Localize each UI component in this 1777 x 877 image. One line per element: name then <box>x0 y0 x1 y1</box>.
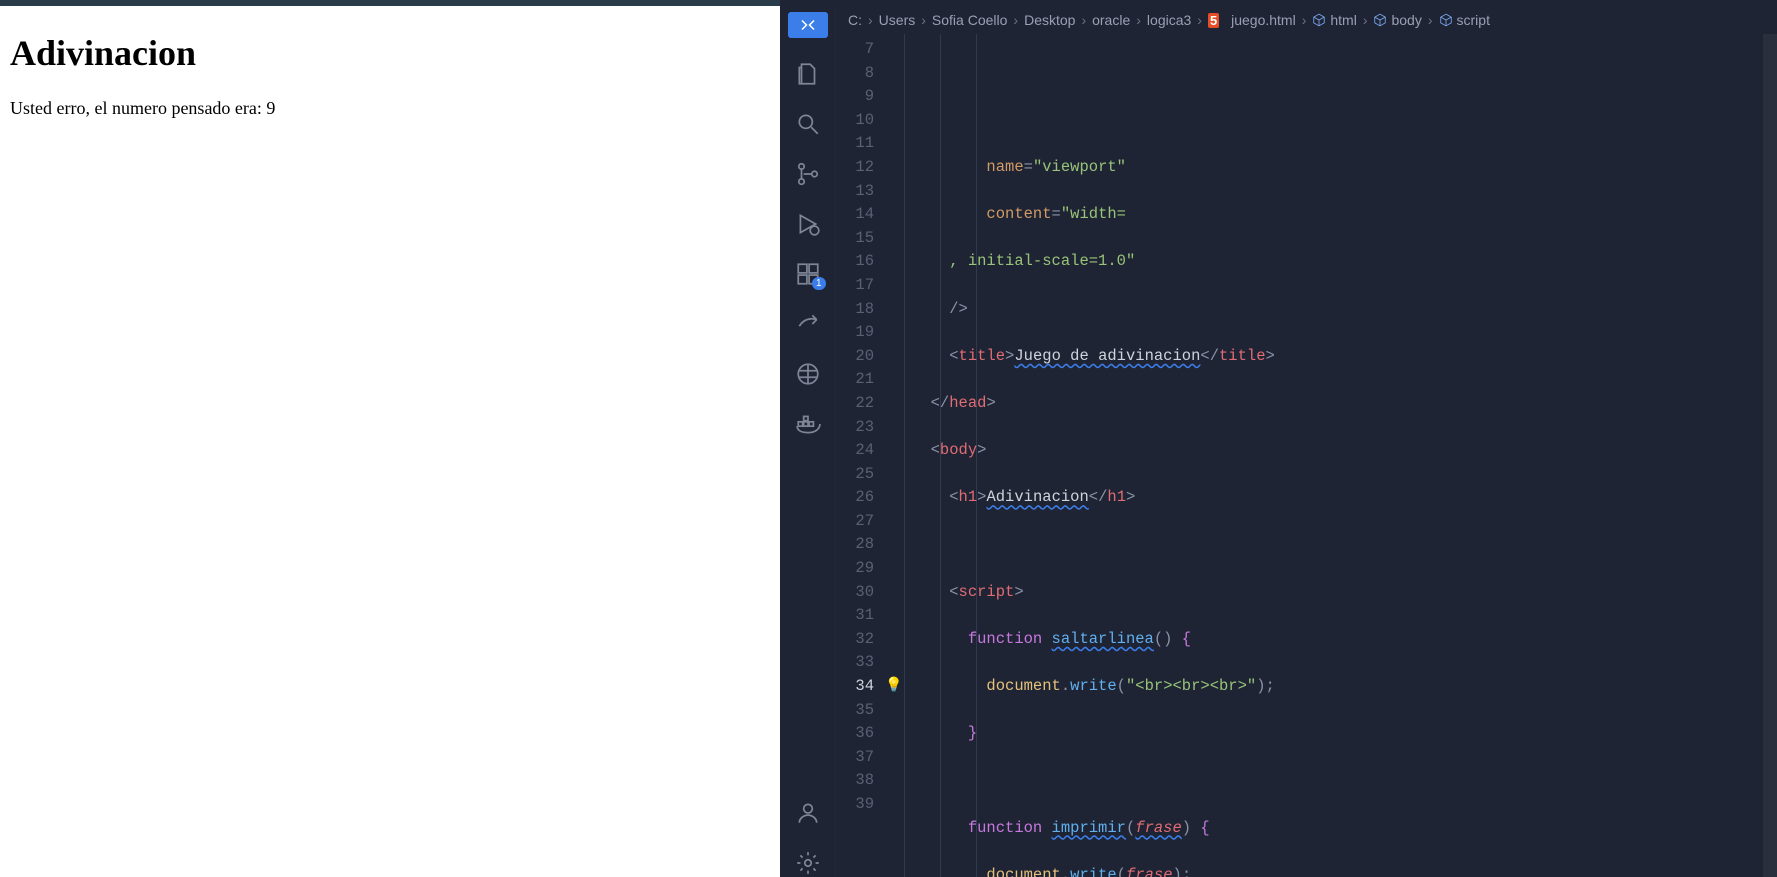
line-number: 34 <box>836 675 874 699</box>
run-debug-icon[interactable] <box>794 210 822 238</box>
line-number: 14 <box>836 203 874 227</box>
line-number: 32 <box>836 628 874 652</box>
docker-icon[interactable] <box>794 410 822 438</box>
line-number: 16 <box>836 250 874 274</box>
vscode-window: 1 C:› Users› Sofia Coello› Desktop› orac… <box>780 0 1777 877</box>
breadcrumb-segment[interactable]: Users <box>879 12 916 28</box>
line-number: 7 <box>836 38 874 62</box>
line-number: 24 <box>836 439 874 463</box>
line-number: 35 <box>836 699 874 723</box>
cube-icon <box>1439 13 1453 27</box>
breadcrumb-dom[interactable]: script <box>1439 12 1490 28</box>
breadcrumb-dom[interactable]: body <box>1373 12 1421 28</box>
preview-heading: Adivinacion <box>10 32 770 74</box>
line-number: 21 <box>836 368 874 392</box>
line-number: 19 <box>836 321 874 345</box>
line-number: 25 <box>836 463 874 487</box>
line-number: 30 <box>836 581 874 605</box>
line-number: 15 <box>836 227 874 251</box>
live-server-icon[interactable] <box>794 360 822 388</box>
code-editor[interactable]: 7891011121314151617181920212223242526272… <box>836 34 1777 877</box>
line-number: 11 <box>836 132 874 156</box>
cube-icon <box>1312 13 1326 27</box>
line-number: 27 <box>836 510 874 534</box>
extensions-badge: 1 <box>812 277 826 290</box>
line-number: 10 <box>836 109 874 133</box>
line-number-gutter: 7891011121314151617181920212223242526272… <box>836 34 884 877</box>
lightbulb-icon[interactable]: 💡 <box>885 675 902 699</box>
remote-indicator-button[interactable] <box>788 12 828 38</box>
breadcrumb-segment[interactable]: Desktop <box>1024 12 1075 28</box>
breadcrumb-segment[interactable]: Sofia Coello <box>932 12 1008 28</box>
editor-column: C:› Users› Sofia Coello› Desktop› oracle… <box>836 6 1777 877</box>
preview-message: Usted erro, el numero pensado era: 9 <box>10 98 770 119</box>
source-control-icon[interactable] <box>794 160 822 188</box>
account-icon[interactable] <box>794 799 822 827</box>
activity-bar: 1 <box>780 6 836 877</box>
line-number: 23 <box>836 416 874 440</box>
line-number: 12 <box>836 156 874 180</box>
line-number: 37 <box>836 746 874 770</box>
share-icon[interactable] <box>794 310 822 338</box>
settings-gear-icon[interactable] <box>794 849 822 877</box>
breadcrumb-segment[interactable]: C: <box>848 12 862 28</box>
line-number: 26 <box>836 486 874 510</box>
line-number: 18 <box>836 298 874 322</box>
glyph-margin: 💡 <box>884 34 904 877</box>
breadcrumb-file[interactable]: 5 juego.html <box>1208 12 1296 28</box>
breadcrumb-segment[interactable]: logica3 <box>1147 12 1191 28</box>
line-number: 20 <box>836 345 874 369</box>
breadcrumb-dom[interactable]: html <box>1312 12 1356 28</box>
explorer-icon[interactable] <box>794 60 822 88</box>
line-number: 38 <box>836 769 874 793</box>
line-number: 13 <box>836 180 874 204</box>
line-number: 28 <box>836 533 874 557</box>
html5-icon: 5 <box>1208 13 1219 28</box>
search-icon[interactable] <box>794 110 822 138</box>
editor-scrollbar[interactable] <box>1763 34 1777 877</box>
line-number: 33 <box>836 651 874 675</box>
code-content[interactable]: name="viewport" content="width= , initia… <box>904 34 1763 877</box>
line-number: 39 <box>836 793 874 817</box>
browser-preview-pane: Adivinacion Usted erro, el numero pensad… <box>0 0 780 877</box>
line-number: 36 <box>836 722 874 746</box>
line-number: 22 <box>836 392 874 416</box>
cube-icon <box>1373 13 1387 27</box>
extensions-icon[interactable]: 1 <box>794 260 822 288</box>
line-number: 9 <box>836 85 874 109</box>
line-number: 31 <box>836 604 874 628</box>
breadcrumb-segment[interactable]: oracle <box>1092 12 1130 28</box>
line-number: 8 <box>836 62 874 86</box>
breadcrumbs-bar: C:› Users› Sofia Coello› Desktop› oracle… <box>836 6 1777 34</box>
line-number: 29 <box>836 557 874 581</box>
line-number: 17 <box>836 274 874 298</box>
